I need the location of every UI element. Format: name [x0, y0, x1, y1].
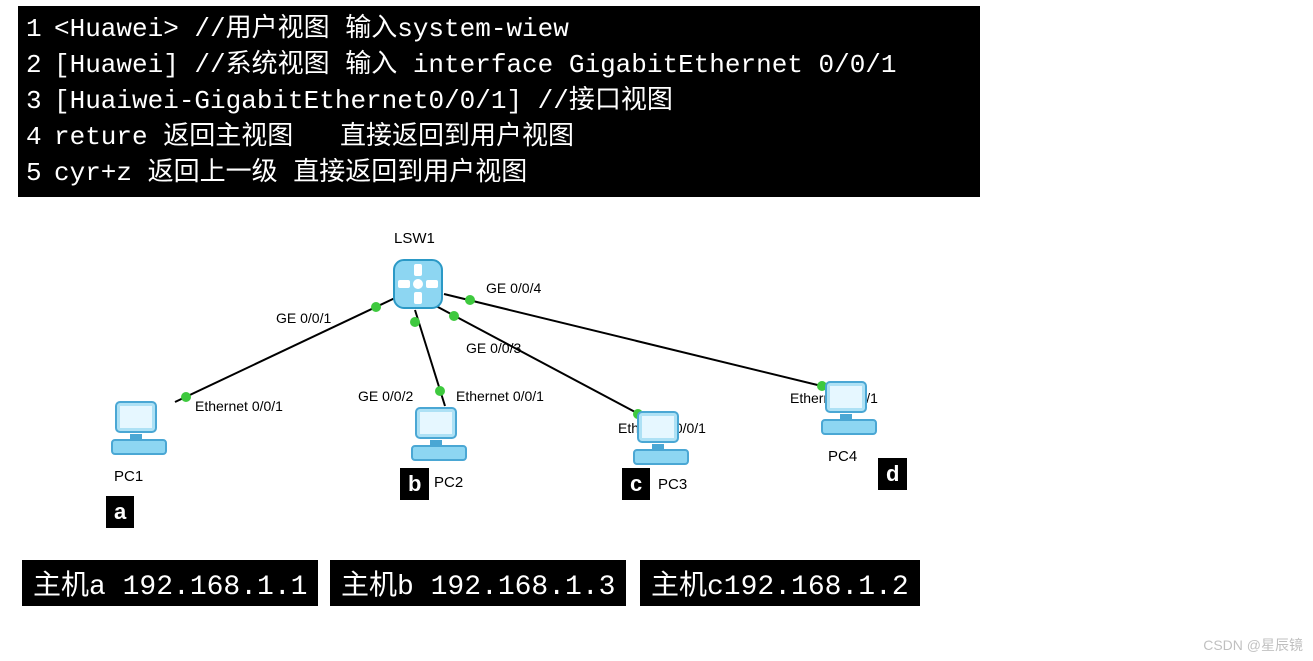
- switch-label: LSW1: [394, 230, 435, 247]
- code-line-1: 1<Huawei> //用户视图 输入system-wiew: [26, 12, 972, 48]
- code-text-2: [Huawei] //系统视图 输入 interface GigabitEthe…: [54, 50, 897, 80]
- code-text-5: cyr+z 返回上一级 直接返回到用户视图: [54, 158, 527, 188]
- port-ge1: GE 0/0/1: [276, 310, 331, 326]
- pc2-icon: [410, 406, 472, 464]
- pc3-icon: [632, 410, 694, 468]
- pc1-tag: a: [106, 496, 134, 528]
- code-block: 1<Huawei> //用户视图 输入system-wiew 2[Huawei]…: [18, 6, 980, 197]
- watermark-text: CSDN @星辰镜: [1203, 635, 1303, 655]
- pc4-tag: d: [878, 458, 907, 490]
- port-ge4: GE 0/0/4: [486, 280, 541, 296]
- network-diagram: LSW1 GE 0/0/1 GE 0/0/2 GE 0/0/3 GE 0/0/4…: [0, 210, 1313, 640]
- code-line-4: 4reture 返回主视图 直接返回到用户视图: [26, 120, 972, 156]
- code-line-5: 5cyr+z 返回上一级 直接返回到用户视图: [26, 156, 972, 192]
- code-text-4: reture 返回主视图 直接返回到用户视图: [54, 122, 574, 152]
- host-c-box: 主机c192.168.1.2: [640, 560, 920, 606]
- host-b-box: 主机b 192.168.1.3: [330, 560, 626, 606]
- code-line-2: 2[Huawei] //系统视图 输入 interface GigabitEth…: [26, 48, 972, 84]
- pc4-icon: [820, 380, 882, 438]
- port-ge3: GE 0/0/3: [466, 340, 521, 356]
- port-eth-pc2: Ethernet 0/0/1: [456, 388, 544, 404]
- pc4-label: PC4: [828, 448, 857, 465]
- pc1-label: PC1: [114, 468, 143, 485]
- pc3-tag: c: [622, 468, 650, 500]
- pc3-label: PC3: [658, 476, 687, 493]
- pc2-tag: b: [400, 468, 429, 500]
- port-eth-pc1: Ethernet 0/0/1: [195, 398, 283, 414]
- pc1-icon: [110, 400, 172, 458]
- pc2-label: PC2: [434, 474, 463, 491]
- code-text-3: [Huaiwei-GigabitEthernet0/0/1] //接口视图: [54, 86, 673, 116]
- host-a-box: 主机a 192.168.1.1: [22, 560, 318, 606]
- code-text-1: <Huawei> //用户视图 输入system-wiew: [54, 14, 569, 44]
- switch-icon: [390, 256, 446, 312]
- port-ge2: GE 0/0/2: [358, 388, 413, 404]
- code-line-3: 3[Huaiwei-GigabitEthernet0/0/1] //接口视图: [26, 84, 972, 120]
